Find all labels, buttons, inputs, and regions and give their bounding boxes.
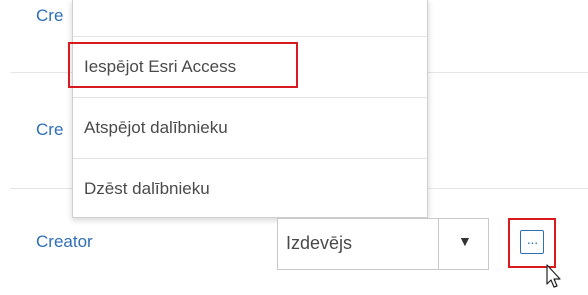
row-role-link-1[interactable]: Cre [36,6,63,26]
role-select-value: Izdevējs [286,233,353,253]
row-role-link-3[interactable]: Creator [36,232,93,252]
row-role-link-2[interactable]: Cre [36,120,63,140]
ellipsis-icon[interactable]: ··· [520,230,544,254]
more-button-highlight: ··· [508,218,556,268]
cursor-icon [545,264,565,295]
menu-item-label: Dzēst dalībnieku [84,178,210,198]
member-actions-menu: Iespējot Esri Access Atspējot dalībnieku… [72,0,428,218]
chevron-down-icon[interactable]: ▼ [458,233,472,249]
highlight-frame [68,42,298,88]
role-select[interactable]: Izdevējs ▼ [277,218,489,270]
menu-item-label: Atspējot dalībnieku [84,117,228,137]
menu-item-delete-member[interactable]: Dzēst dalībnieku [73,158,427,218]
role-select-divider [438,219,439,269]
menu-item-disable-member[interactable]: Atspējot dalībnieku [73,97,427,157]
